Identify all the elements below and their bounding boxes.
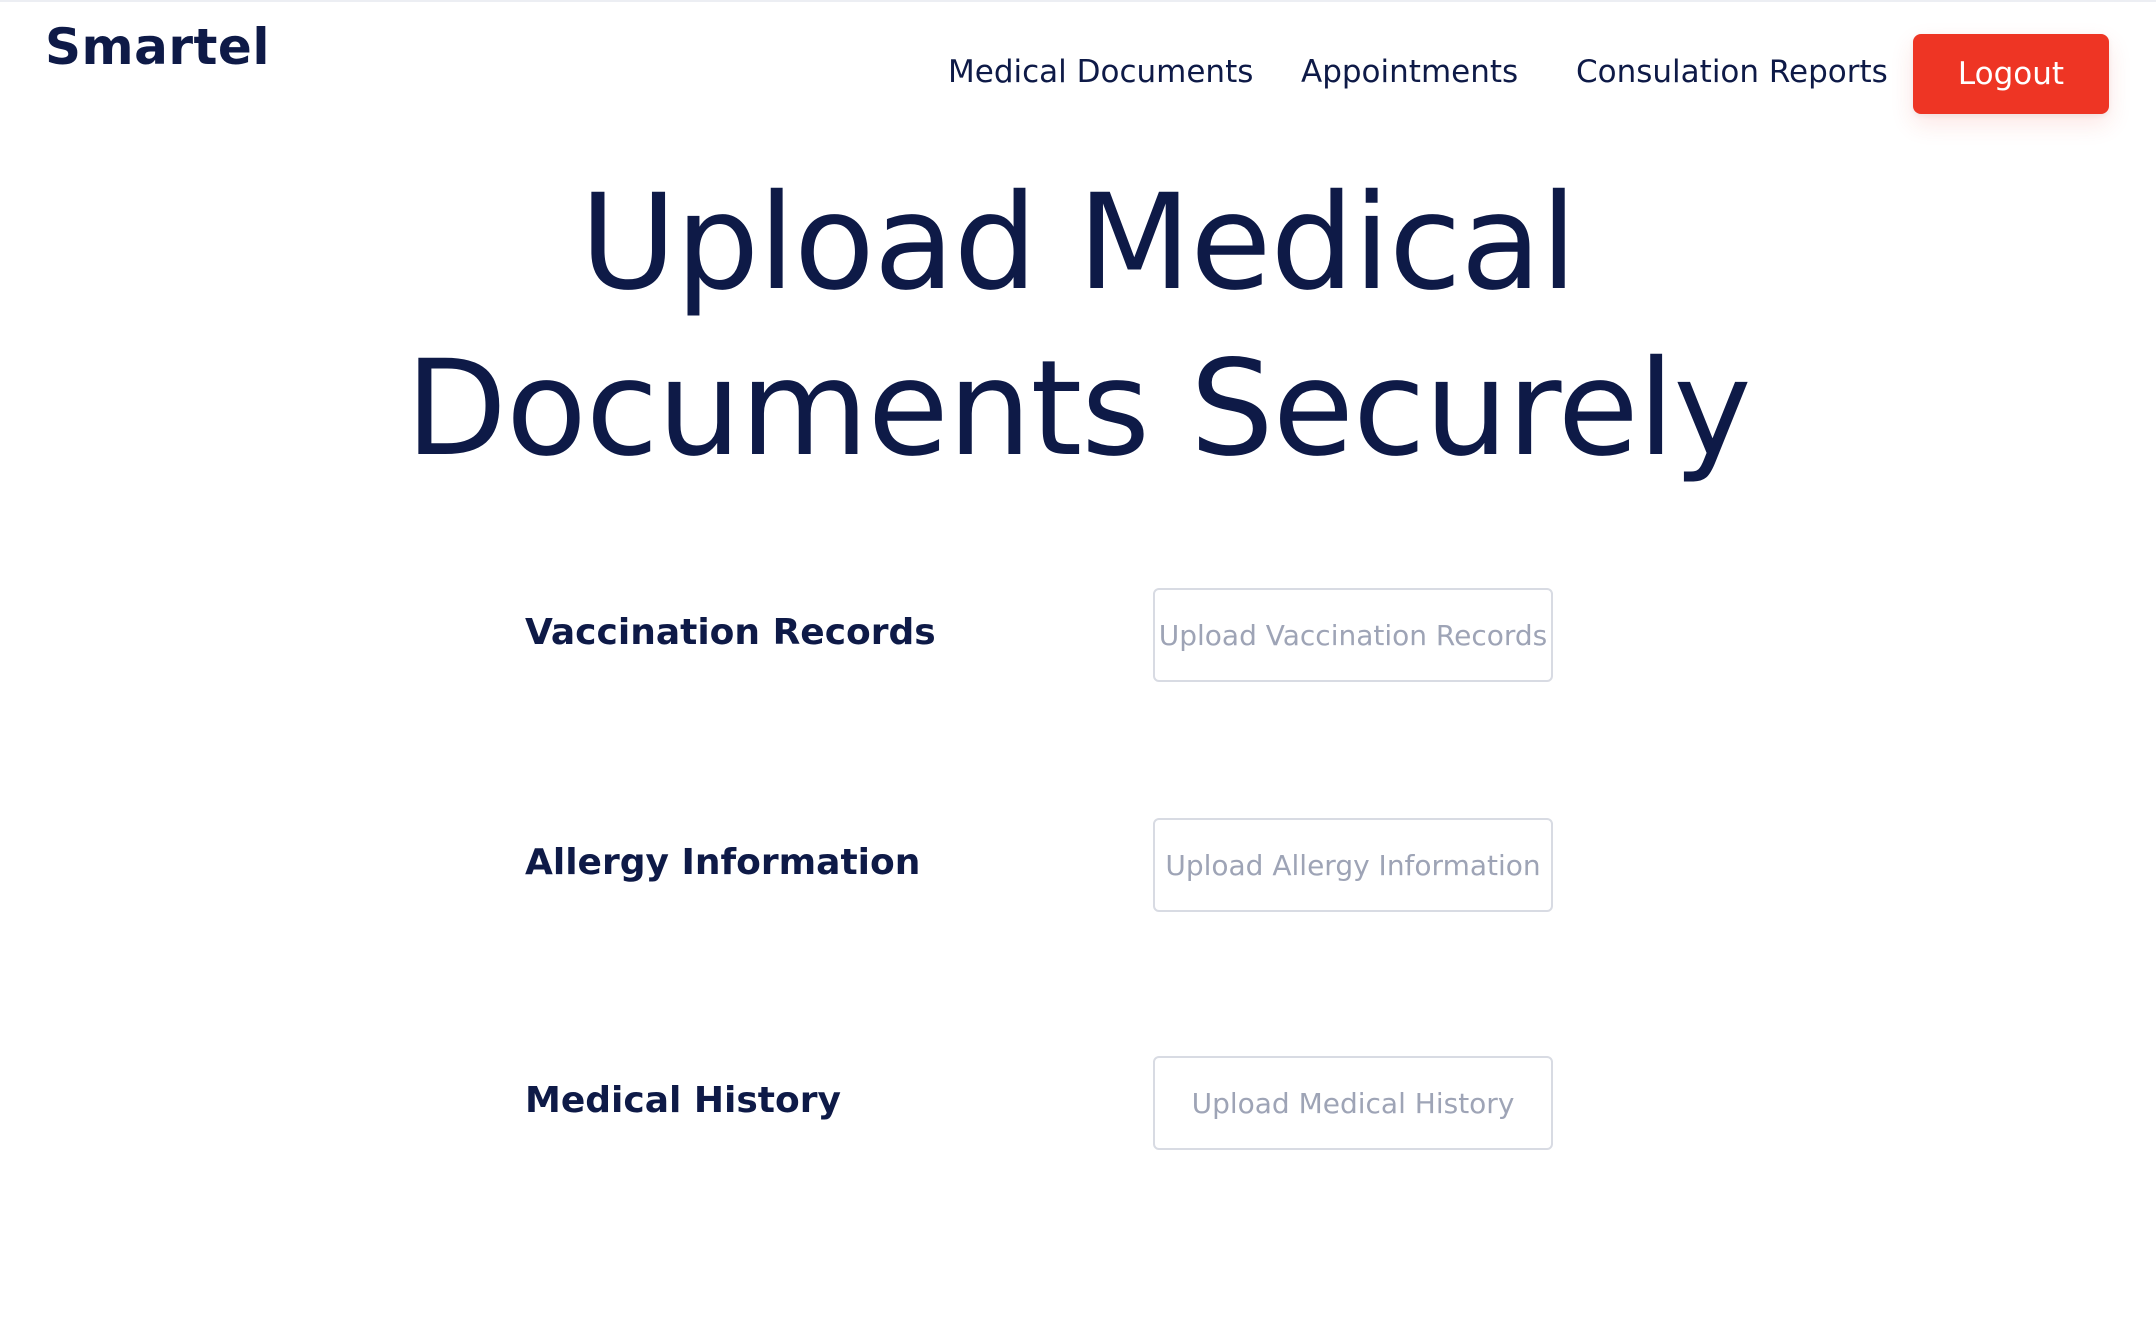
upload-allergy-information-button[interactable]: Upload Allergy Information (1153, 818, 1553, 912)
nav-appointments[interactable]: Appointments (1301, 54, 1518, 90)
brand-logo[interactable]: Smartel (45, 18, 270, 76)
upload-medical-history-text: Upload Medical History (1191, 1086, 1515, 1120)
page-title-line-1: Upload Medical (579, 166, 1577, 320)
allergy-information-label: Allergy Information (525, 842, 921, 883)
upload-vaccination-records-text: Upload Vaccination Records (1158, 618, 1548, 652)
upload-medical-history-button[interactable]: Upload Medical History (1153, 1056, 1553, 1150)
page: Smartel Medical Documents Appointments C… (0, 0, 2156, 1328)
nav-medical-documents[interactable]: Medical Documents (948, 54, 1253, 90)
medical-history-label: Medical History (525, 1080, 841, 1121)
nav-consultation-reports[interactable]: Consulation Reports (1576, 54, 1888, 90)
logout-button[interactable]: Logout (1913, 34, 2109, 114)
page-title-line-2: Documents Securely (405, 332, 1751, 486)
upload-allergy-information-text: Upload Allergy Information (1165, 848, 1541, 882)
vaccination-records-label: Vaccination Records (525, 612, 936, 653)
upload-vaccination-records-button[interactable]: Upload Vaccination Records (1153, 588, 1553, 682)
page-title: Upload Medical Documents Securely (378, 160, 1778, 492)
top-navigation: Smartel Medical Documents Appointments C… (0, 0, 2156, 130)
